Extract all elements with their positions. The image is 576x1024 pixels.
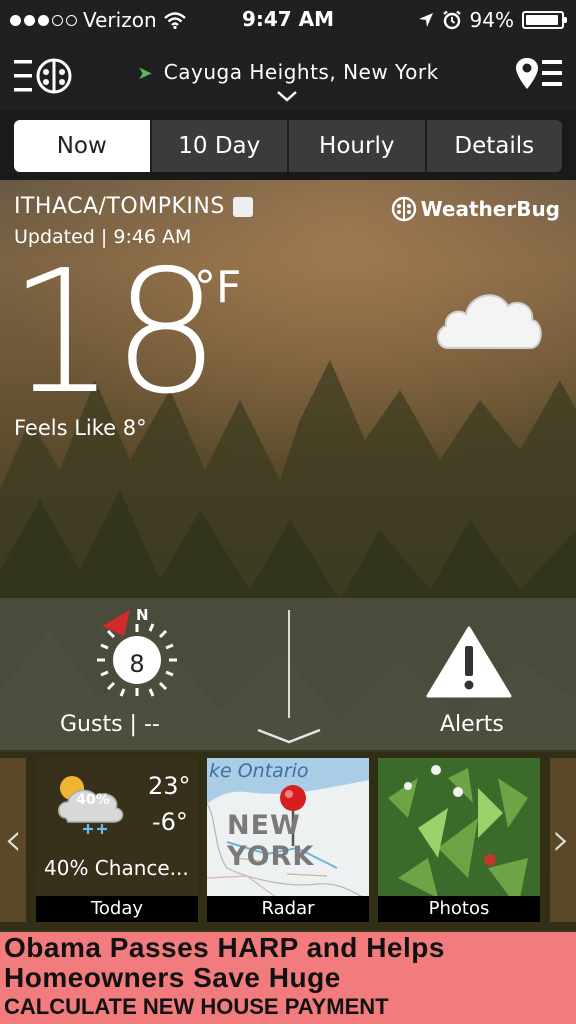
battery-icon: [522, 11, 567, 29]
station-name[interactable]: ITHACA/TOMPKINS: [14, 194, 253, 219]
location-name: Cayuga Heights, New York: [163, 60, 439, 84]
tab-details[interactable]: Details: [426, 120, 562, 172]
photos-card[interactable]: Photos: [378, 758, 540, 922]
tab-hourly[interactable]: Hourly: [289, 120, 427, 172]
app-header: ➤ Cayuga Heights, New York: [0, 40, 576, 110]
forecast-tabs: Now 10 Day Hourly Details: [14, 120, 562, 172]
radar-region-label: NEW YORK: [227, 810, 315, 872]
radar-water-label: ke Ontario: [209, 760, 309, 782]
carousel-prev-arrow-icon[interactable]: ‹: [4, 812, 22, 866]
alert-triangle-icon[interactable]: [426, 626, 512, 698]
ad-cta: CALCULATE NEW HOUSE PAYMENT: [4, 994, 389, 1019]
weatherbug-logo: WeatherBug: [391, 196, 560, 222]
tab-now[interactable]: Now: [14, 120, 152, 172]
carousel-next-arrow-icon[interactable]: ›: [552, 812, 570, 866]
status-bar: Verizon 9:47 AM 94%: [0, 0, 576, 40]
gusts-label: Gusts | --: [60, 712, 160, 737]
weatherbug-bug-icon: [391, 196, 416, 222]
ad-headline-1: Obama Passes HARP and Helps: [4, 932, 445, 963]
today-card[interactable]: 40% 23° -6° 40% Chance... Today: [36, 758, 198, 922]
ad-headline-2: Homeowners Save Huge: [4, 962, 341, 993]
feels-like: Feels Like 8°: [14, 416, 147, 440]
radar-label: Radar: [207, 896, 369, 922]
temperature-unit: °F: [194, 262, 242, 313]
tab-10-day[interactable]: 10 Day: [151, 120, 289, 172]
location-services-icon: [418, 13, 433, 27]
compass-north-label: N: [136, 606, 149, 624]
photos-label: Photos: [378, 896, 540, 922]
station-label: ITHACA/TOMPKINS: [14, 194, 225, 219]
location-arrow-icon: ➤: [137, 63, 153, 84]
locations-list-button[interactable]: [516, 56, 562, 92]
rss-icon[interactable]: [232, 197, 253, 217]
brand-name: WeatherBug: [420, 197, 560, 221]
location-selector[interactable]: ➤ Cayuga Heights, New York: [0, 60, 576, 84]
ad-side-mark: [560, 936, 572, 1016]
chance-badge: 40%: [76, 792, 110, 808]
chevron-down-icon[interactable]: [276, 90, 298, 102]
advertisement-banner[interactable]: Obama Passes HARP and Helps Homeowners S…: [0, 932, 576, 1024]
radar-card[interactable]: ke Ontario NEW YORK Radar: [207, 758, 369, 922]
battery-percent: 94%: [469, 8, 514, 32]
status-right: 94%: [418, 8, 567, 32]
cloudy-icon: [437, 294, 542, 349]
wind-speed: 8: [129, 650, 145, 678]
today-low: -6°: [152, 808, 188, 836]
today-label: Today: [36, 896, 198, 922]
alerts-label[interactable]: Alerts: [440, 712, 504, 737]
alarm-icon: [442, 10, 461, 30]
today-high: 23°: [148, 772, 191, 800]
chance-text: 40% Chance...: [44, 856, 189, 880]
current-temperature: 18: [8, 234, 220, 432]
expand-chevron-icon[interactable]: [256, 728, 322, 744]
battery-level: [526, 15, 558, 25]
panel-divider: [288, 610, 290, 718]
